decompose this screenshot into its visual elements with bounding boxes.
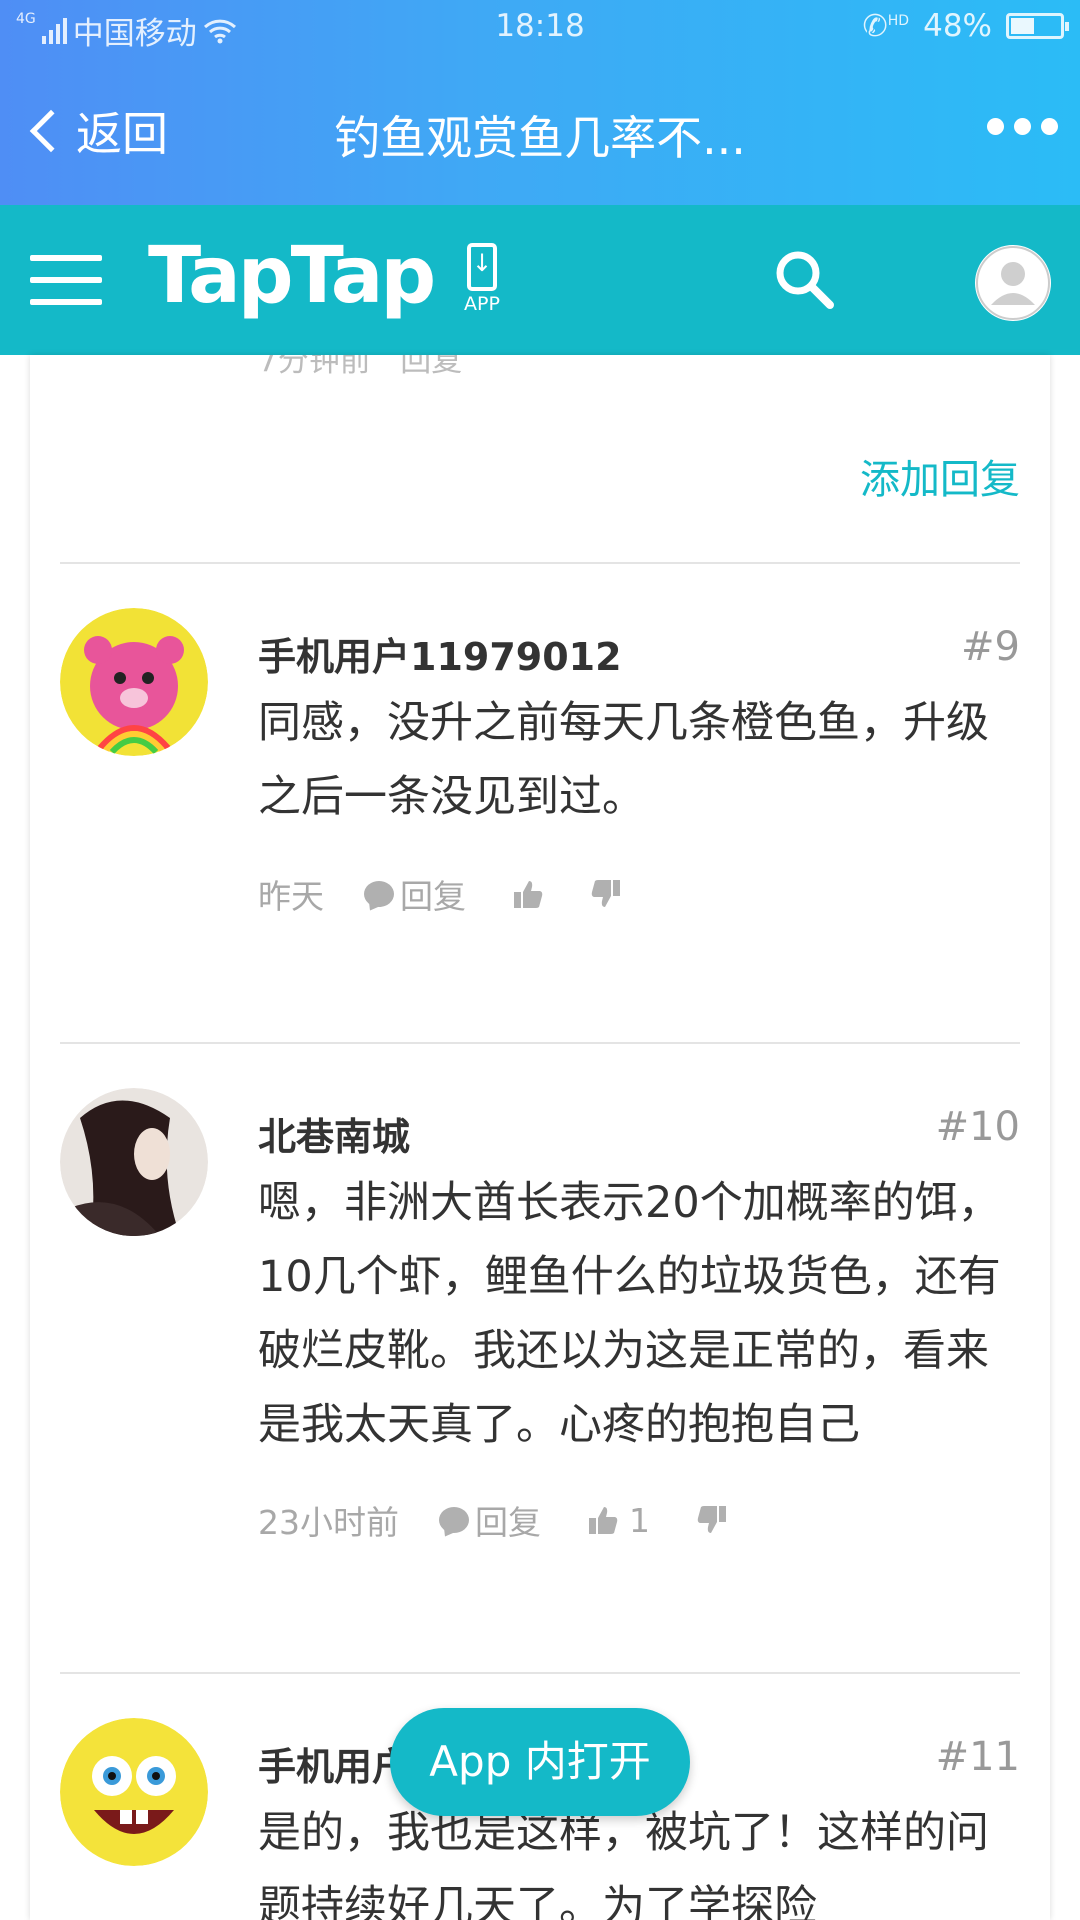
avatar[interactable] — [60, 1718, 208, 1866]
chevron-left-icon — [29, 109, 73, 153]
more-options-button[interactable] — [987, 118, 1058, 135]
thumbs-down-icon[interactable] — [590, 878, 622, 910]
reply-button[interactable]: 回复 — [475, 1496, 541, 1544]
status-right: ✆HD 48% — [862, 8, 1069, 44]
app-download-button[interactable]: APP — [460, 243, 504, 315]
pink-bear-avatar-icon — [60, 608, 208, 756]
previous-reply-label[interactable]: 回复 — [400, 355, 462, 379]
hd-call-icon: ✆HD — [862, 8, 910, 44]
comment-list: 7分钟前 回复 添加回复 手机用户11979012 #9 同感，没升之前每天几条… — [30, 355, 1050, 1920]
comment-floor: #10 — [935, 1104, 1020, 1150]
add-reply-link[interactable]: 添加回复 — [860, 447, 1020, 505]
battery-icon — [1006, 13, 1069, 39]
dark-hair-avatar-icon — [60, 1088, 208, 1236]
top-header: 4G 中国移动 18:18 ✆HD 48% 返回 钓鱼观赏鱼几率不... — [0, 0, 1080, 205]
thumbs-down-icon[interactable] — [696, 1504, 728, 1536]
avatar[interactable] — [60, 608, 208, 756]
like-count: 1 — [629, 1500, 650, 1540]
comment-item: 北巷南城 #10 嗯，非洲大酋长表示20个加概率的饵，10几个虾，鲤鱼什么的垃圾… — [60, 1088, 1020, 1568]
comment-text: 嗯，非洲大酋长表示20个加概率的饵，10几个虾，鲤鱼什么的垃圾货色，还有破烂皮靴… — [258, 1178, 1001, 1450]
comment-username[interactable]: 北巷南城 — [258, 1106, 410, 1161]
status-bar: 4G 中国移动 18:18 ✆HD 48% — [0, 0, 1080, 58]
comment-meta: 23小时前 回复 1 — [258, 1496, 738, 1544]
battery-percent: 48% — [923, 8, 992, 44]
sponge-avatar-icon — [60, 1718, 208, 1866]
back-button[interactable]: 返回 — [22, 98, 168, 164]
person-icon — [976, 246, 1050, 320]
comment-floor: #11 — [935, 1734, 1020, 1780]
taptap-logo[interactable]: TapTap — [148, 231, 436, 321]
previous-comment-time: 7分钟前 — [258, 355, 371, 379]
comment-time: 23小时前 — [258, 1503, 399, 1542]
reply-bubble-icon — [364, 881, 394, 907]
divider — [60, 1042, 1020, 1044]
download-phone-icon — [467, 243, 497, 291]
more-dot-icon — [1041, 118, 1058, 135]
menu-icon[interactable] — [30, 255, 102, 305]
page-title: 钓鱼观赏鱼几率不... — [334, 111, 746, 165]
app-label: APP — [464, 293, 500, 315]
previous-comment-meta: 7分钟前 回复 — [258, 355, 462, 380]
divider — [60, 562, 1020, 564]
comment-item: 手机用户11979012 #9 同感，没升之前每天几条橙色鱼，升级之后一条没见到… — [60, 608, 1020, 916]
comment-username[interactable]: 手机用户 — [258, 1736, 410, 1791]
taptap-header: TapTap APP — [0, 205, 1080, 355]
title-bar: 返回 钓鱼观赏鱼几率不... — [0, 70, 1080, 190]
search-icon[interactable] — [770, 245, 840, 315]
comment-floor: #9 — [961, 624, 1020, 670]
battery-fill — [1011, 18, 1034, 34]
open-in-app-button[interactable]: App 内打开 — [390, 1708, 690, 1816]
more-dot-icon — [1014, 118, 1031, 135]
avatar[interactable] — [60, 1088, 208, 1236]
back-label: 返回 — [76, 107, 168, 161]
user-avatar-icon[interactable] — [975, 245, 1051, 321]
reply-bubble-icon — [439, 1507, 469, 1533]
more-dot-icon — [987, 118, 1004, 135]
reply-button[interactable]: 回复 — [400, 870, 466, 918]
thumbs-up-icon[interactable] — [587, 1504, 619, 1536]
divider — [60, 1672, 1020, 1674]
comment-meta: 昨天 回复 — [258, 870, 632, 918]
comment-username[interactable]: 手机用户11979012 — [258, 626, 622, 681]
thumbs-up-icon[interactable] — [512, 878, 544, 910]
comment-text: 同感，没升之前每天几条橙色鱼，升级之后一条没见到过。 — [258, 698, 989, 822]
comment-time: 昨天 — [258, 877, 324, 916]
hd-label: HD — [887, 12, 910, 29]
